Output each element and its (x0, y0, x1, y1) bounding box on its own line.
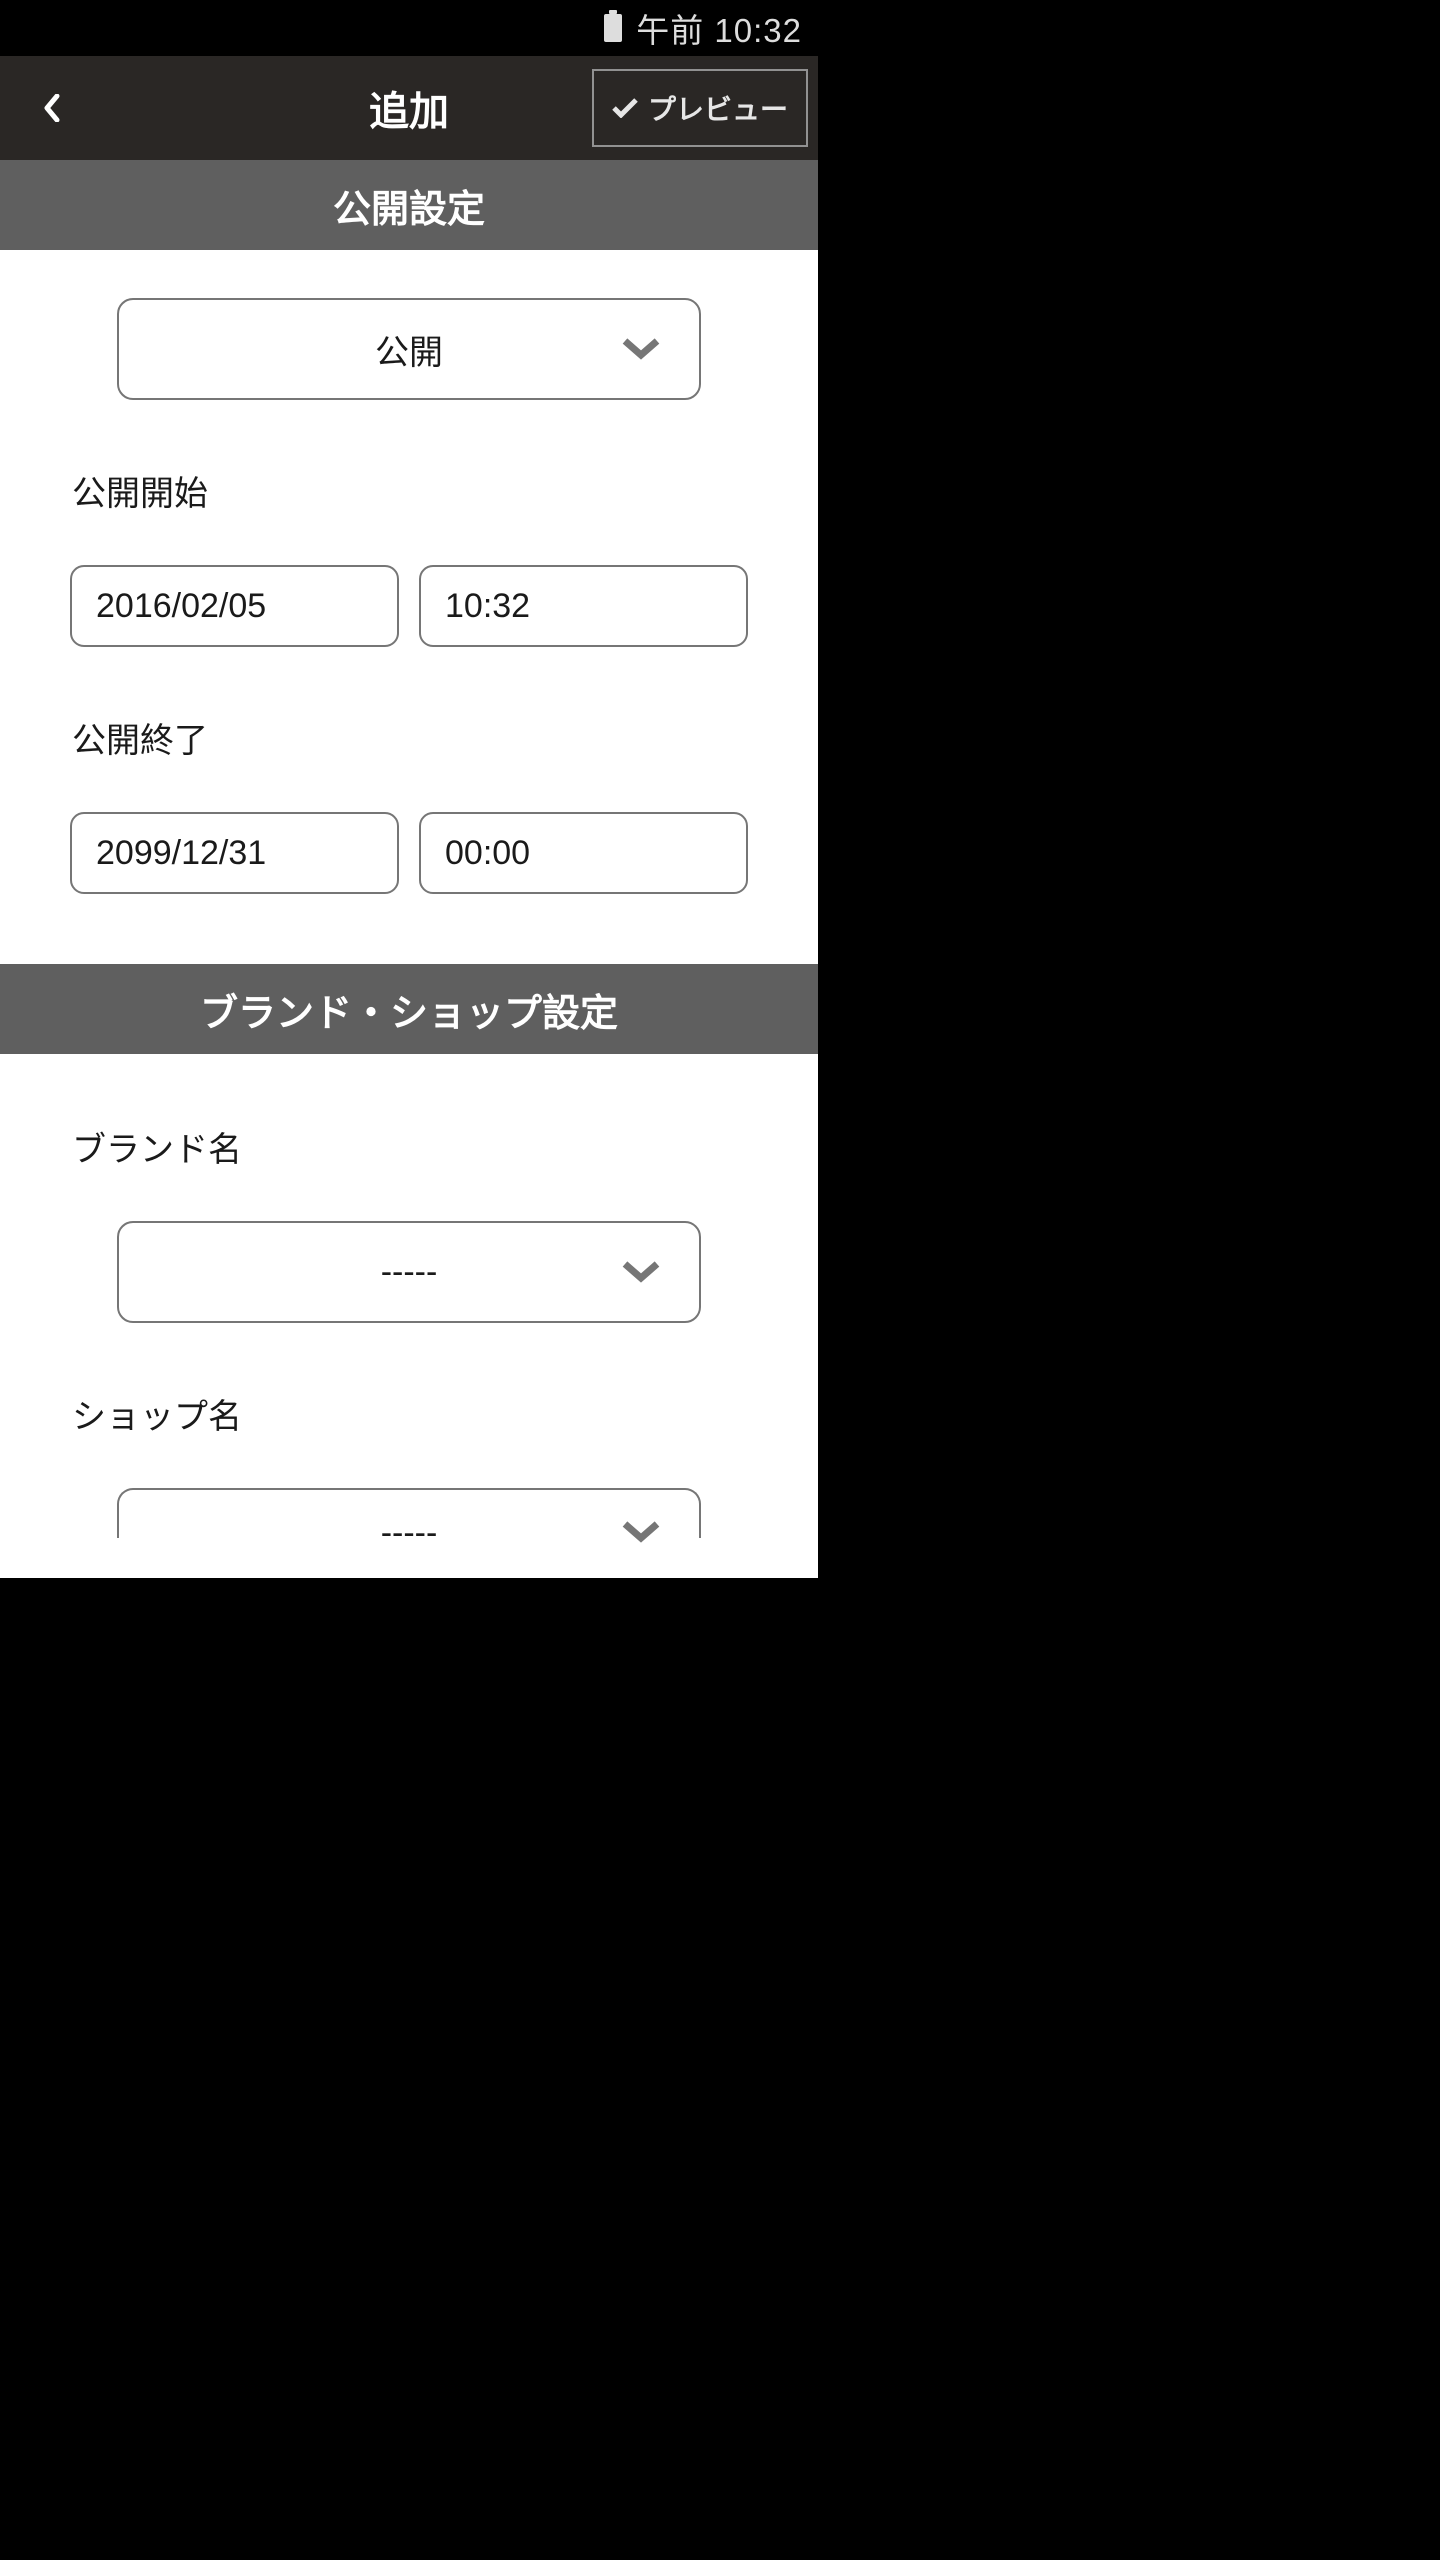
end-label: 公開終了 (72, 713, 748, 762)
preview-button[interactable]: プレビュー (592, 69, 808, 147)
brand-dropdown[interactable]: ----- (117, 1221, 701, 1323)
end-date-value: 2099/12/31 (96, 834, 266, 873)
brand-shop-form: ブランド名 ----- ショップ名 ----- (0, 1054, 818, 1568)
start-date-value: 2016/02/05 (96, 587, 266, 626)
end-time-input[interactable]: 00:00 (419, 812, 748, 894)
shop-selected: ----- (119, 1514, 699, 1553)
start-date-input[interactable]: 2016/02/05 (70, 565, 399, 647)
check-icon (612, 98, 638, 118)
end-datetime-row: 2099/12/31 00:00 (70, 812, 748, 894)
start-label: 公開開始 (72, 466, 748, 515)
app-header: 追加 プレビュー (0, 56, 818, 160)
visibility-dropdown[interactable]: 公開 (117, 298, 701, 400)
publish-form: 公開 公開開始 2016/02/05 10:32 公開終了 2099/12/31… (0, 250, 818, 954)
chevron-down-icon (621, 337, 661, 361)
end-time-value: 00:00 (445, 834, 530, 873)
section-title: 公開設定 (333, 178, 485, 233)
section-header-publish: 公開設定 (0, 160, 818, 250)
publish-settings-content: 公開 公開開始 2016/02/05 10:32 公開終了 2099/12/31… (0, 250, 818, 964)
chevron-down-icon (621, 1260, 661, 1284)
start-datetime-row: 2016/02/05 10:32 (70, 565, 748, 647)
shop-label: ショップ名 (72, 1389, 748, 1438)
brand-label: ブランド名 (72, 1122, 748, 1171)
status-clock: 午前 10:32 (636, 4, 802, 52)
brand-shop-settings-content: ブランド名 ----- ショップ名 ----- (0, 1054, 818, 1578)
battery-icon (604, 14, 622, 42)
chevron-down-icon (621, 1520, 661, 1544)
chevron-left-icon (43, 94, 61, 122)
page-title: 追加 (369, 79, 449, 137)
shop-dropdown[interactable]: ----- (117, 1488, 701, 1538)
status-bar: 午前 10:32 (0, 0, 818, 56)
start-time-value: 10:32 (445, 587, 530, 626)
section-header-brand-shop: ブランド・ショップ設定 (0, 964, 818, 1054)
start-time-input[interactable]: 10:32 (419, 565, 748, 647)
end-date-input[interactable]: 2099/12/31 (70, 812, 399, 894)
visibility-selected: 公開 (119, 325, 699, 374)
preview-label: プレビュー (648, 88, 788, 128)
back-button[interactable] (28, 84, 76, 132)
section-title: ブランド・ショップ設定 (200, 982, 618, 1037)
brand-selected: ----- (119, 1253, 699, 1292)
